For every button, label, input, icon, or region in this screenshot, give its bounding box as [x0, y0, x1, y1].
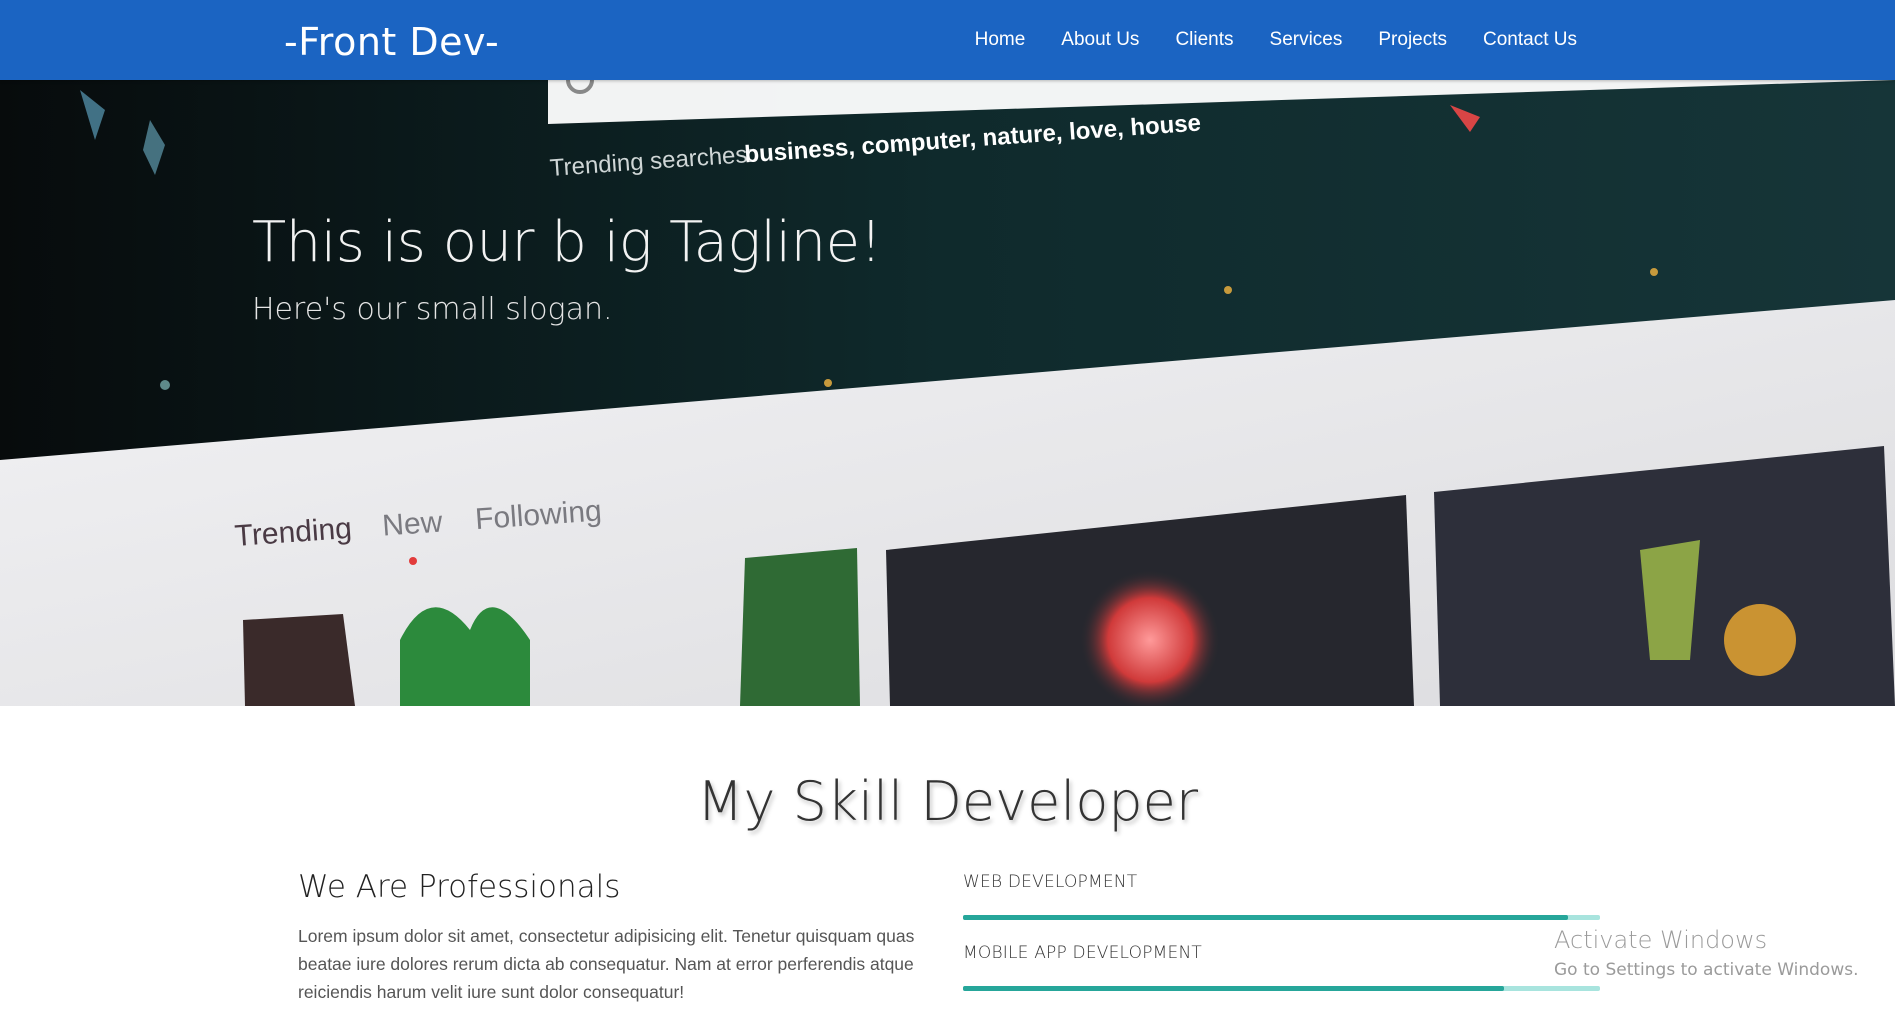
hero-section: Trending searches: business, computer, n… — [0, 80, 1895, 706]
watermark-subtitle: Go to Settings to activate Windows. — [1554, 960, 1859, 980]
skill-progress-fill — [963, 915, 1569, 920]
nav-link-home[interactable]: Home — [957, 0, 1044, 80]
skill-progress-track — [963, 986, 1600, 991]
nav-link-contact-us[interactable]: Contact Us — [1465, 0, 1595, 80]
windows-activation-watermark: Activate Windows Go to Settings to activ… — [1554, 926, 1859, 980]
nav-link-clients[interactable]: Clients — [1157, 0, 1251, 80]
photo-tab-new: New — [381, 506, 444, 543]
photo-term-love: love — [1068, 115, 1118, 145]
navbar: -Front Dev- Home About Us Clients Servic… — [0, 0, 1895, 80]
hero-tagline: This is our b ig Tagline! — [252, 210, 882, 275]
hero-slogan: Here's our small slogan. — [252, 292, 613, 327]
skill-label: WEB DEVELOPMENT — [963, 872, 1138, 892]
professionals-text: Lorem ipsum dolor sit amet, consectetur … — [298, 926, 915, 1002]
hero-background-photo: Trending searches: business, computer, n… — [0, 80, 1895, 706]
skill-mobile-app-development: MOBILE APP DEVELOPMENT — [963, 943, 1600, 991]
skill-progress-fill — [963, 986, 1505, 991]
skills-title: My Skill Developer — [696, 770, 1199, 833]
nav-link-services[interactable]: Services — [1252, 0, 1361, 80]
skill-web-development: WEB DEVELOPMENT — [963, 872, 1600, 920]
photo-term-nature: nature — [982, 120, 1057, 152]
skill-progress-track — [963, 915, 1600, 920]
photo-term-house: house — [1129, 110, 1201, 142]
nav-link-about-us[interactable]: About Us — [1043, 0, 1157, 80]
skill-label: MOBILE APP DEVELOPMENT — [963, 943, 1202, 963]
nav-link-projects[interactable]: Projects — [1360, 0, 1465, 80]
nav-menu: Home About Us Clients Services Projects … — [957, 0, 1595, 80]
professionals-heading: We Are Professionals — [298, 869, 621, 905]
watermark-title: Activate Windows — [1554, 926, 1768, 954]
brand-logo[interactable]: -Front Dev- — [284, 20, 499, 64]
